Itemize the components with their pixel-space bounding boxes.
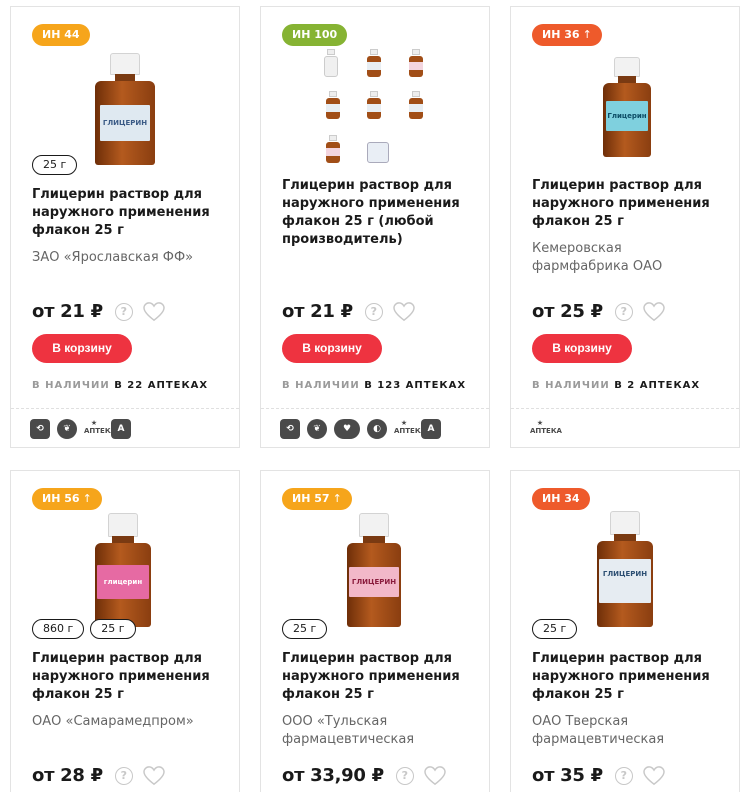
product-image[interactable] bbox=[261, 47, 489, 167]
help-icon[interactable]: ? bbox=[395, 766, 414, 785]
product-image[interactable]: Глицерин bbox=[511, 47, 739, 167]
price-row: от 21 ₽ ? bbox=[282, 301, 415, 322]
manufacturer: ОАО Тверская фармацевтическая bbox=[532, 714, 665, 747]
pharmacy-logo-icon[interactable]: ⟲ bbox=[30, 419, 50, 439]
manufacturer: Кемеровская фармфабрика ОАО bbox=[532, 241, 663, 274]
help-icon[interactable]: ? bbox=[364, 302, 383, 321]
price-row: от 21 ₽ ? bbox=[32, 301, 165, 322]
product-card[interactable]: ИН 56 ↑ глицерин 860 г 25 г Глицерин раст… bbox=[10, 470, 240, 792]
add-to-cart-button[interactable]: В корзину bbox=[282, 334, 382, 363]
help-icon[interactable]: ? bbox=[614, 302, 633, 321]
product-card[interactable]: ИН 44 ГЛИЦЕРИН 25 г Глицерин раствор для… bbox=[10, 6, 240, 448]
divider bbox=[261, 408, 489, 409]
price: от 25 ₽ bbox=[532, 301, 603, 322]
price-row: от 28 ₽ ? bbox=[32, 765, 165, 786]
pharmacy-logo-icon[interactable]: ❦ bbox=[57, 419, 77, 439]
pharmacy-logo-icon[interactable]: ❦ bbox=[307, 419, 327, 439]
pharmacy-logo-icon[interactable]: A bbox=[421, 419, 441, 439]
index-badge: ИН 100 bbox=[282, 24, 348, 46]
add-to-cart-button[interactable]: В корзину bbox=[532, 334, 632, 363]
size-chip[interactable]: 25 г bbox=[282, 619, 328, 639]
pharmacy-logo-icon[interactable]: ⟲ bbox=[280, 419, 300, 439]
pharmacy-logo-icon[interactable]: ★ АПТЕКА bbox=[394, 419, 426, 439]
pharmacy-logos: ⟲ ❦ ★ АПТЕКА A bbox=[30, 419, 131, 439]
divider bbox=[511, 408, 739, 409]
product-title[interactable]: Глицерин раствор для наружного применени… bbox=[282, 650, 472, 704]
help-icon[interactable]: ? bbox=[114, 302, 133, 321]
product-card[interactable]: ИН 34 ГЛИЦЕРИН 25 г Глицерин раствор для… bbox=[510, 470, 740, 792]
pharmacy-logo-icon[interactable]: A bbox=[111, 419, 131, 439]
price-row: от 33,90 ₽ ? bbox=[282, 765, 446, 786]
price-row: от 25 ₽ ? bbox=[532, 301, 665, 322]
product-card[interactable]: ИН 57 ↑ ГЛИЦЕРИН 25 г Глицерин раствор дл… bbox=[260, 470, 490, 792]
pharmacy-logo-icon[interactable]: ◐ bbox=[367, 419, 387, 439]
product-image[interactable]: ГЛИЦЕРИН bbox=[261, 511, 489, 631]
availability[interactable]: В НАЛИЧИИ В 2 АПТЕКАХ bbox=[532, 380, 700, 391]
product-card[interactable]: ИН 100 Глицерин раствор для наружного пр… bbox=[260, 6, 490, 448]
manufacturer: ОАО «Самарамедпром» bbox=[32, 714, 194, 729]
heart-icon[interactable] bbox=[643, 765, 665, 786]
help-icon[interactable]: ? bbox=[114, 766, 133, 785]
heart-icon[interactable] bbox=[424, 765, 446, 786]
price: от 33,90 ₽ bbox=[282, 765, 384, 786]
pharmacy-logo-icon[interactable]: ★ АПТЕКА bbox=[84, 419, 116, 439]
heart-icon[interactable] bbox=[143, 301, 165, 322]
heart-icon[interactable] bbox=[143, 765, 165, 786]
divider bbox=[11, 408, 239, 409]
pharmacy-logo-icon[interactable]: ★ АПТЕКА bbox=[530, 419, 562, 439]
size-options: 25 г bbox=[282, 619, 328, 639]
price-row: от 35 ₽ ? bbox=[532, 765, 665, 786]
pharmacy-logos: ⟲ ❦ ♥ ◐ ★ АПТЕКА A bbox=[280, 419, 441, 439]
pharmacy-logos: ★ АПТЕКА bbox=[530, 419, 562, 439]
product-card[interactable]: ИН 36 ↑ Глицерин Глицерин раствор для нар… bbox=[510, 6, 740, 448]
price: от 35 ₽ bbox=[532, 765, 603, 786]
product-title[interactable]: Глицерин раствор для наружного применени… bbox=[32, 650, 222, 704]
product-image[interactable]: глицерин bbox=[11, 511, 239, 631]
size-options: 25 г bbox=[32, 155, 78, 175]
size-chip[interactable]: 860 г bbox=[32, 619, 85, 639]
price: от 21 ₽ bbox=[32, 301, 103, 322]
index-badge: ИН 44 bbox=[32, 24, 90, 46]
availability[interactable]: В НАЛИЧИИ В 123 АПТЕКАХ bbox=[282, 380, 466, 391]
add-to-cart-button[interactable]: В корзину bbox=[32, 334, 132, 363]
product-title[interactable]: Глицерин раствор для наружного применени… bbox=[282, 177, 472, 249]
price: от 28 ₽ bbox=[32, 765, 103, 786]
product-title[interactable]: Глицерин раствор для наружного применени… bbox=[532, 650, 722, 704]
size-chip[interactable]: 25 г bbox=[90, 619, 136, 639]
product-title[interactable]: Глицерин раствор для наружного применени… bbox=[532, 177, 722, 231]
manufacturer: ООО «Тульская фармацевтическая bbox=[282, 714, 415, 747]
manufacturer: ЗАО «Ярославская ФФ» bbox=[32, 250, 194, 265]
index-badge: ИН 34 bbox=[532, 488, 590, 510]
size-chip[interactable]: 25 г bbox=[32, 155, 78, 175]
size-options: 25 г bbox=[532, 619, 578, 639]
size-chip[interactable]: 25 г bbox=[532, 619, 578, 639]
availability[interactable]: В НАЛИЧИИ В 22 АПТЕКАХ bbox=[32, 380, 208, 391]
index-badge: ИН 57 ↑ bbox=[282, 488, 352, 510]
help-icon[interactable]: ? bbox=[614, 766, 633, 785]
pharmacy-logo-icon[interactable]: ♥ bbox=[334, 419, 360, 439]
heart-icon[interactable] bbox=[393, 301, 415, 322]
index-badge: ИН 56 ↑ bbox=[32, 488, 102, 510]
heart-icon[interactable] bbox=[643, 301, 665, 322]
product-image[interactable]: ГЛИЦЕРИН bbox=[511, 511, 739, 631]
product-title[interactable]: Глицерин раствор для наружного применени… bbox=[32, 186, 222, 240]
product-image[interactable]: ГЛИЦЕРИН bbox=[11, 47, 239, 167]
size-options: 860 г 25 г bbox=[32, 619, 136, 639]
index-badge: ИН 36 ↑ bbox=[532, 24, 602, 46]
price: от 21 ₽ bbox=[282, 301, 353, 322]
